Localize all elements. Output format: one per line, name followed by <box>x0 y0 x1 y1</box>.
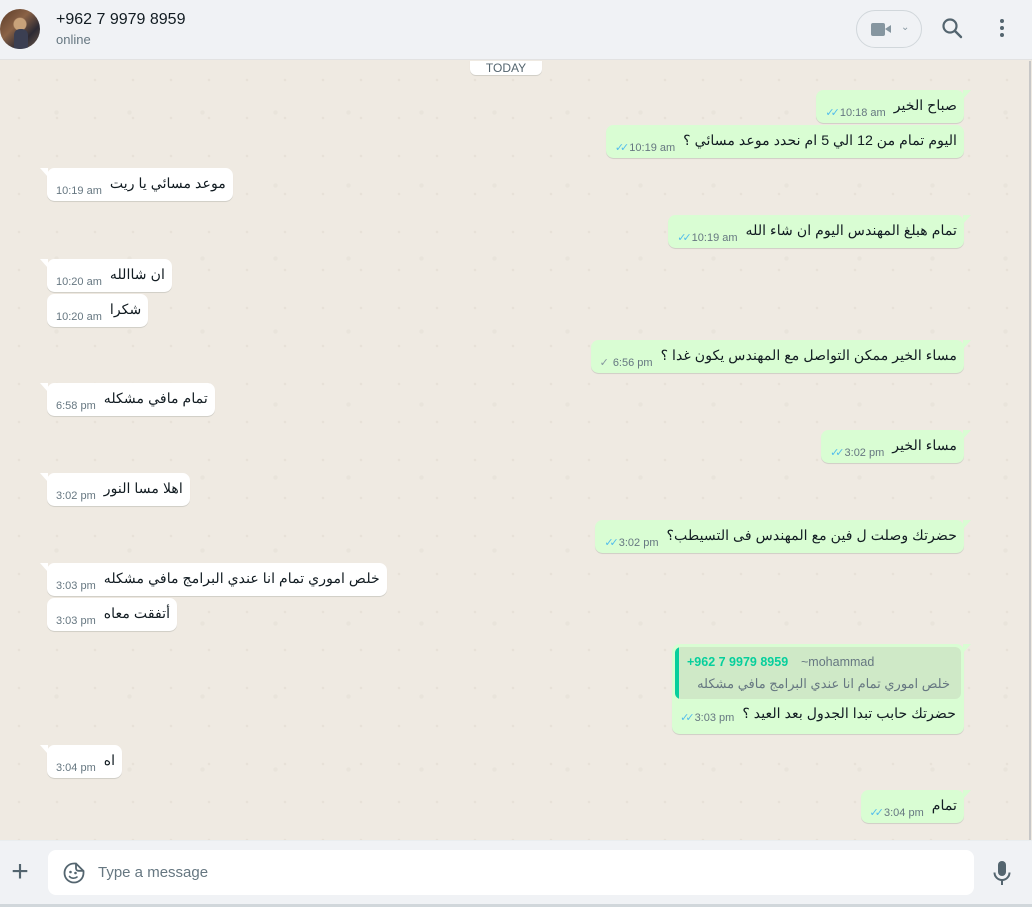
message-outgoing[interactable]: اليوم تمام من 12 الي 5 ام نحدد موعد مسائ… <box>605 125 964 158</box>
message-text: اليوم تمام من 12 الي 5 ام نحدد موعد مسائ… <box>683 133 957 149</box>
message-incoming[interactable]: موعد مسائي يا ريت 10:19 am <box>40 168 233 201</box>
message-time: 10:20 am <box>56 311 102 323</box>
message-time: 3:04 pm <box>56 762 96 774</box>
message-text: شكرا <box>109 302 142 318</box>
message-outgoing[interactable]: حضرتك وصلت ل فين مع المهندس فى التسيطب؟ 3… <box>595 520 971 553</box>
composer: + <box>0 840 1032 907</box>
sticker-icon[interactable] <box>62 861 86 885</box>
read-ticks-icon: ✓✓ <box>614 142 630 154</box>
sent-tick-icon: ✓ <box>599 357 609 369</box>
read-ticks-icon: ✓✓ <box>677 232 692 244</box>
message-input-box[interactable] <box>48 850 974 895</box>
chat-area[interactable]: TODAY صباح الخير10:18 am✓✓ اليوم تمام من… <box>0 61 1032 840</box>
message-text: حضرتك حابب تبدا الجدول بعد العيد ؟ <box>742 706 956 722</box>
message-outgoing-reply[interactable]: +962 7 9979 8959 ~mohammad خلص اموري تما… <box>672 644 971 734</box>
message-incoming[interactable]: اهلا مسا النور 3:02 pm <box>40 473 190 506</box>
contact-name[interactable]: +962 7 9979 8959 <box>56 11 185 29</box>
message-incoming[interactable]: اه 3:04 pm <box>39 745 123 778</box>
message-time: 6:58 pm <box>56 400 96 412</box>
video-call-button[interactable]: ⌄ <box>856 10 922 48</box>
message-time: 3:02 pm <box>844 447 885 459</box>
message-text: صباح الخير <box>893 98 957 114</box>
message-text: حضرتك وصلت ل فين مع المهندس فى التسيطب؟ <box>666 528 958 544</box>
quote-accent-bar <box>675 647 679 699</box>
date-chip: TODAY <box>470 61 542 75</box>
message-incoming[interactable]: تمام مافي مشكله 6:58 pm <box>40 383 215 416</box>
message-text: تمام هبلغ المهندس اليوم ان شاء الله <box>745 223 957 239</box>
message-time: 3:02 pm <box>618 537 659 549</box>
message-incoming[interactable]: خلص اموري تمام انا عندي البرامج مافي مشك… <box>40 563 387 596</box>
message-time: 10:20 am <box>56 276 102 288</box>
mic-icon[interactable] <box>990 859 1014 887</box>
read-ticks-icon: ✓✓ <box>825 107 840 119</box>
message-text: موعد مسائي يا ريت <box>109 176 226 192</box>
message-incoming[interactable]: ان شاالله 10:20 am <box>40 259 172 292</box>
video-call-icon <box>871 23 891 36</box>
quoted-phone: +962 7 9979 8959 <box>687 655 789 669</box>
message-time: 10:19 am <box>56 185 102 197</box>
message-text: مساء الخير ممكن التواصل مع المهندس يكون … <box>660 348 957 364</box>
quoted-author: ~mohammad <box>801 655 875 669</box>
message-time: 3:03 pm <box>56 615 96 627</box>
message-time: 3:02 pm <box>56 490 96 502</box>
message-time: 10:19 am <box>629 142 676 154</box>
read-ticks-icon: ✓✓ <box>680 712 695 724</box>
message-text: مساء الخير <box>892 438 957 454</box>
message-incoming[interactable]: أتفقت معاه 3:03 pm <box>47 598 178 631</box>
message-time: 10:18 am <box>839 107 886 119</box>
message-outgoing[interactable]: مساء الخير ممكن التواصل مع المهندس يكون … <box>590 340 972 373</box>
message-time: 3:03 pm <box>694 712 735 724</box>
message-time: 3:04 pm <box>883 807 924 819</box>
read-ticks-icon: ✓✓ <box>869 807 885 819</box>
chat-header: +962 7 9979 8959 online ⌄ <box>0 0 1032 60</box>
chevron-down-icon: ⌄ <box>901 22 910 33</box>
message-text: اه <box>103 753 116 769</box>
message-text: ان شاالله <box>109 267 165 283</box>
menu-icon <box>1000 19 1004 37</box>
message-outgoing[interactable]: تمام 3:04 pm✓✓ <box>860 790 972 823</box>
search-button[interactable] <box>940 16 966 42</box>
attach-plus-icon[interactable]: + <box>8 857 32 887</box>
quoted-text: خلص اموري تمام انا عندي البرامج مافي مشك… <box>697 676 950 691</box>
read-ticks-icon: ✓✓ <box>830 447 845 459</box>
message-input[interactable] <box>98 850 958 895</box>
scrollbar[interactable] <box>1029 61 1031 840</box>
message-time: 10:19 am <box>691 232 738 244</box>
message-text: اهلا مسا النور <box>103 481 183 497</box>
message-time: 3:03 pm <box>56 580 96 592</box>
message-time: 6:56 pm <box>612 357 653 369</box>
quoted-message[interactable]: +962 7 9979 8959 ~mohammad خلص اموري تما… <box>675 647 961 699</box>
message-text: أتفقت معاه <box>103 606 171 622</box>
reply-body: حضرتك حابب تبدا الجدول بعد العيد ؟ 3:03 p… <box>680 706 956 724</box>
search-icon <box>942 18 963 39</box>
message-text: خلص اموري تمام انا عندي البرامج مافي مشك… <box>103 571 380 587</box>
message-outgoing[interactable]: تمام هبلغ المهندس اليوم ان شاء الله 10:19… <box>668 215 971 248</box>
message-outgoing[interactable]: مساء الخير 3:02 pm✓✓ <box>821 430 971 463</box>
menu-button[interactable] <box>990 16 1016 42</box>
message-incoming[interactable]: شكرا 10:20 am <box>47 294 149 327</box>
contact-status: online <box>56 32 91 47</box>
message-text: تمام <box>931 798 957 814</box>
message-text: تمام مافي مشكله <box>103 391 208 407</box>
read-ticks-icon: ✓✓ <box>604 537 619 549</box>
message-outgoing[interactable]: صباح الخير 10:18 am✓✓ <box>816 90 971 123</box>
avatar[interactable] <box>0 9 40 49</box>
